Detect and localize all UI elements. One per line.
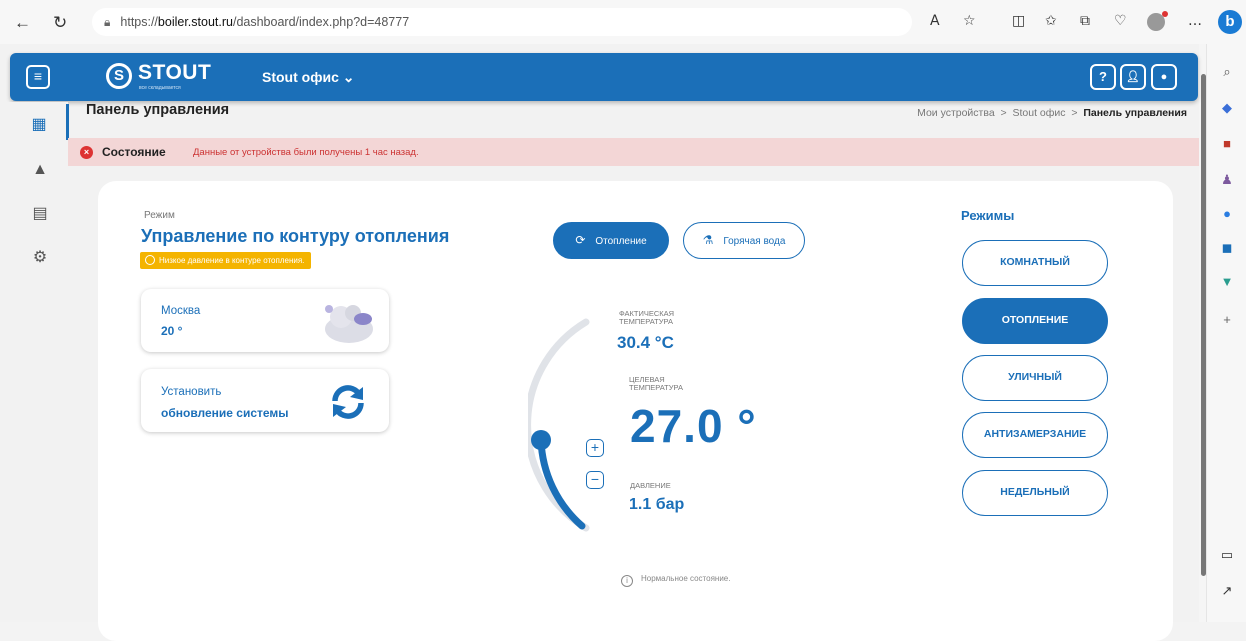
copilot-icon[interactable]: b	[1218, 10, 1242, 34]
info-icon: i	[621, 575, 633, 587]
warning-icon[interactable]: ▲	[31, 161, 49, 179]
status-alert: × Состояние Данные от устройства были по…	[68, 138, 1199, 166]
outlook-icon[interactable]: ◼	[1219, 240, 1235, 256]
weather-city: Москва	[161, 305, 201, 317]
pressure-value: 1.1 бар	[629, 496, 685, 513]
decrease-button[interactable]: −	[586, 471, 604, 489]
refresh-icon[interactable]	[329, 383, 367, 421]
office-selector[interactable]: Stout офис ⌄	[262, 69, 354, 86]
settings-gear-icon[interactable]: ⚙	[31, 249, 49, 267]
chart-icon[interactable]: ▤	[31, 205, 49, 223]
add-user-icon[interactable]: 👤︎	[1120, 64, 1146, 90]
faucet-icon: ⚗	[702, 233, 714, 247]
office-icon[interactable]: ●	[1219, 206, 1235, 222]
mode-label: Режим	[144, 210, 175, 221]
scrollbar-thumb[interactable]	[1201, 74, 1206, 576]
mode-room-button[interactable]: КОМНАТНЫЙ	[962, 240, 1108, 286]
modes-title: Режимы	[961, 208, 1015, 223]
tab-heating-label: Отопление	[595, 236, 647, 247]
games-icon[interactable]: ♟	[1219, 172, 1235, 188]
control-card: Режим Управление по контуру отопления Ни…	[98, 181, 1173, 641]
dashboard-icon[interactable]: ▦	[30, 116, 48, 134]
browser-toolbar: ← ↻ 🔒︎ https://boiler.stout.ru/dashboard…	[0, 0, 1246, 44]
reload-icon[interactable]: ↻	[53, 13, 67, 33]
tools-icon[interactable]: ■	[1219, 136, 1235, 152]
address-bar[interactable]: 🔒︎ https://boiler.stout.ru/dashboard/ind…	[92, 8, 912, 36]
sidebar-active-indicator	[66, 104, 69, 140]
status-note: i Нормальное состояние.	[621, 574, 730, 587]
mode-heating-button[interactable]: ОТОПЛЕНИЕ	[962, 298, 1108, 344]
sync-icon: ⟳	[575, 233, 586, 247]
update-line-2: обновление системы	[161, 406, 289, 420]
update-card[interactable]: Установить обновление системы	[141, 369, 389, 432]
external-link-icon[interactable]: ↗	[1219, 583, 1235, 599]
breadcrumb-current: Панель управления	[1083, 107, 1187, 119]
sidebar-toggle-icon[interactable]: ▭	[1219, 547, 1235, 563]
weather-card: Москва 20 °	[141, 289, 389, 352]
warning-text: Низкое давление в контуре отопления.	[159, 256, 305, 265]
status-text: Нормальное состояние.	[641, 574, 731, 583]
weather-temp: 20 °	[161, 324, 183, 338]
favorite-star-icon[interactable]: ☆	[963, 13, 976, 29]
target-temp-label: ЦЕЛЕВАЯ ТЕМПЕРАТУРА	[629, 376, 683, 392]
mode-outdoor-button[interactable]: УЛИЧНЫЙ	[962, 355, 1108, 401]
target-temp-value: 27.0 °	[630, 400, 757, 452]
read-aloud-icon[interactable]: A	[930, 13, 940, 29]
help-button[interactable]: ?	[1090, 64, 1116, 90]
drop-icon[interactable]: ▼	[1219, 274, 1235, 290]
url-prefix: https://	[120, 15, 158, 29]
browser-essentials-icon[interactable]: ♡	[1114, 13, 1127, 29]
breadcrumb: Мои устройства > Stout офис > Панель упр…	[917, 107, 1187, 119]
back-icon[interactable]: ←	[14, 13, 31, 33]
actual-label-line-2: ТЕМПЕРАТУРА	[619, 317, 673, 326]
url-path: /dashboard/index.php?d=48777	[232, 15, 410, 29]
more-options-icon[interactable]: …	[1188, 13, 1202, 29]
url-host: boiler.stout.ru	[157, 15, 233, 29]
search-icon[interactable]: ⌕	[1219, 64, 1235, 80]
split-screen-icon[interactable]: ◫	[1012, 13, 1025, 29]
mode-title: Управление по контуру отопления	[141, 226, 450, 246]
pressure-warning-badge: Низкое давление в контуре отопления.	[140, 252, 312, 269]
increase-button[interactable]: +	[586, 439, 604, 457]
cloud-icon	[325, 305, 373, 343]
chevron-down-icon: ⌄	[342, 69, 355, 85]
alert-message: Данные от устройства были получены 1 час…	[193, 147, 419, 158]
tab-heating[interactable]: ⟳ Отопление	[553, 222, 669, 259]
alert-title: Состояние	[102, 145, 166, 159]
favorites-icon[interactable]: ✩	[1045, 13, 1057, 29]
tab-hot-water-label: Горячая вода	[723, 236, 786, 247]
user-icon[interactable]: ●	[1151, 64, 1177, 90]
clock-icon	[145, 255, 155, 265]
office-label: Stout офис	[262, 69, 339, 85]
menu-icon[interactable]: ≡	[26, 65, 50, 89]
collections-icon[interactable]: ⧉	[1080, 13, 1090, 29]
logo-tagline: все складывается	[139, 85, 181, 91]
breadcrumb-office[interactable]: Stout офис	[1012, 107, 1065, 119]
lock-icon: 🔒︎	[104, 14, 111, 29]
pressure-label: ДАВЛЕНИЕ	[630, 481, 671, 490]
mode-antifreeze-button[interactable]: АНТИЗАМЕРЗАНИЕ	[962, 412, 1108, 458]
page-title: Панель управления	[86, 102, 230, 118]
browser-sidebar: ⌕ ◆ ■ ♟ ● ◼ ▼ + ▭ ↗	[1206, 44, 1246, 622]
add-icon[interactable]: +	[1219, 312, 1235, 328]
actual-temp-label: ФАКТИЧЕСКАЯ ТЕМПЕРАТУРА	[619, 310, 674, 326]
mode-weekly-button[interactable]: НЕДЕЛЬНЫЙ	[962, 470, 1108, 516]
breadcrumb-devices[interactable]: Мои устройства	[917, 107, 995, 119]
error-icon: ×	[80, 146, 93, 159]
stout-logo-icon[interactable]: S	[106, 63, 132, 89]
tab-hot-water[interactable]: ⚗ Горячая вода	[683, 222, 805, 259]
sidebar: ▦ ▲ ▤ ⚙	[0, 102, 68, 622]
update-line-1: Установить	[161, 386, 222, 398]
app-header: ≡ S STOUT все складывается Stout офис ⌄ …	[10, 53, 1198, 101]
logo-text[interactable]: STOUT	[138, 61, 211, 85]
notification-dot	[1162, 11, 1168, 17]
shopping-tag-icon[interactable]: ◆	[1219, 100, 1235, 116]
app-root: ≡ S STOUT все складывается Stout офис ⌄ …	[0, 44, 1199, 641]
target-label-line-2: ТЕМПЕРАТУРА	[629, 383, 683, 392]
actual-temp-value: 30.4 °C	[617, 333, 674, 352]
